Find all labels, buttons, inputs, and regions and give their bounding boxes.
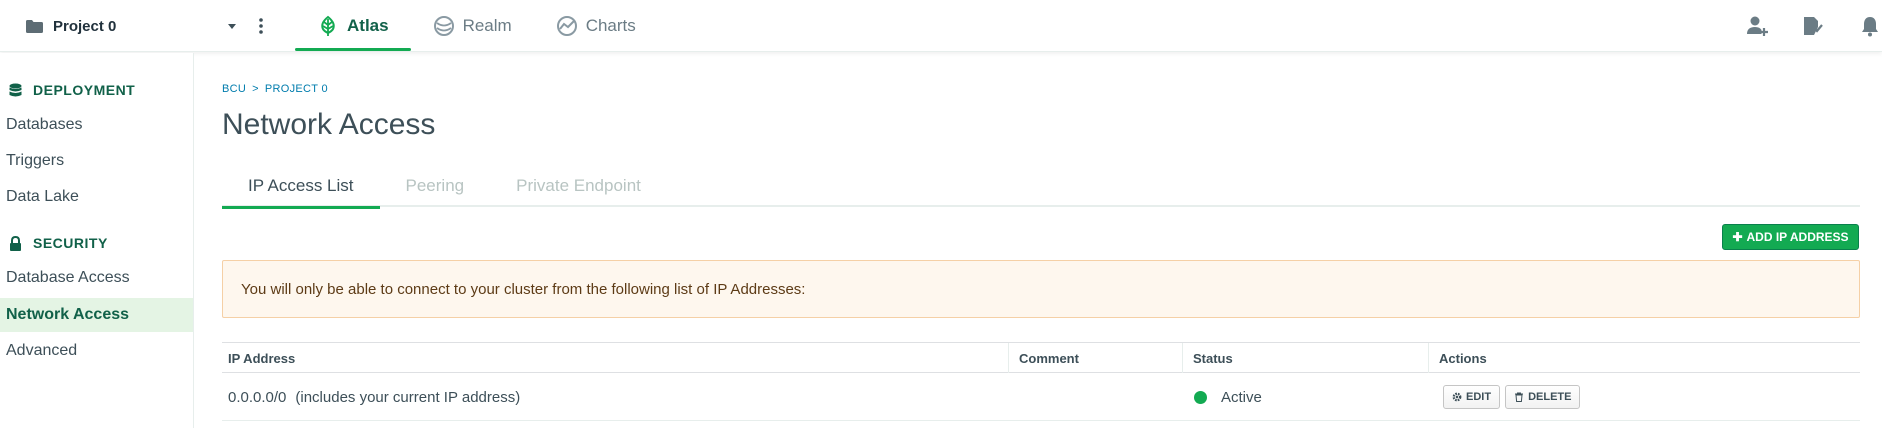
tab-bar: IP Access List Peering Private Endpoint (222, 168, 1860, 209)
project-name: Project 0 (53, 17, 117, 35)
sidebar-item-advanced[interactable]: Advanced (0, 334, 193, 368)
sidebar-section-security: SECURITY (8, 235, 108, 251)
product-tab-label: Realm (462, 16, 512, 35)
folder-icon (26, 19, 43, 33)
sidebar-section-deployment: DEPLOYMENT (8, 82, 135, 98)
notice-text: You will only be able to connect to your… (241, 280, 806, 298)
column-header-comment: Comment (1008, 343, 1182, 373)
breadcrumb: BCU > PROJECT 0 (222, 83, 328, 95)
breadcrumb-org[interactable]: BCU (222, 83, 246, 95)
tab-ip-access-list[interactable]: IP Access List (222, 168, 380, 209)
column-header-ip-address: IP Address (228, 350, 296, 366)
edit-button[interactable]: EDIT (1443, 385, 1501, 409)
sidebar-item-label: Database Access (6, 269, 130, 286)
ip-address-note: (includes your current IP address) (295, 388, 521, 406)
table-header: IP Address Comment Status Actions (222, 343, 1860, 373)
sidebar-item-label: Advanced (6, 342, 78, 359)
sidebar-item-network-access[interactable]: Network Access (0, 298, 193, 332)
product-tab-label: Atlas (347, 16, 389, 35)
product-tabs: Atlas Realm Charts (295, 0, 658, 52)
product-tab-atlas[interactable]: Atlas (295, 0, 411, 52)
actions-cell: EDIT DELETE (1443, 373, 1581, 421)
breadcrumb-separator: > (252, 83, 259, 95)
realm-icon (433, 16, 454, 36)
column-header-status: Status (1182, 343, 1428, 373)
gear-icon (1452, 392, 1462, 402)
sidebar-section-title: DEPLOYMENT (33, 82, 136, 98)
invite-user-icon[interactable] (1745, 14, 1769, 38)
sidebar-item-label: Data Lake (6, 188, 79, 205)
activity-icon[interactable] (1800, 14, 1824, 38)
sidebar-item-label: Network Access (6, 306, 130, 323)
sidebar-item-databases[interactable]: Databases (0, 108, 193, 142)
ip-address-cell: 0.0.0.0/0 (includes your current IP addr… (228, 373, 520, 421)
plus-icon: ✚ (1732, 230, 1743, 244)
charts-icon (556, 16, 577, 36)
status-active-indicator (1194, 390, 1207, 404)
status-text: Active (1221, 388, 1262, 406)
sidebar-section-title: SECURITY (33, 235, 108, 251)
top-navigation-bar: Project 0 Atlas Realm Charts (0, 0, 1882, 52)
sidebar-item-label: Triggers (6, 152, 65, 169)
sidebar: DEPLOYMENT Databases Triggers Data Lake … (0, 53, 194, 428)
status-cell: Active (1194, 373, 1262, 421)
delete-label: DELETE (1528, 391, 1572, 403)
sidebar-item-triggers[interactable]: Triggers (0, 144, 193, 178)
table-row: 0.0.0.0/0 (includes your current IP addr… (222, 373, 1860, 421)
bell-icon[interactable] (1858, 14, 1882, 38)
sidebar-item-data-lake[interactable]: Data Lake (0, 180, 193, 214)
leaf-icon (321, 15, 335, 36)
more-options-icon[interactable] (255, 16, 267, 36)
edit-label: EDIT (1466, 391, 1492, 403)
ip-access-table: IP Address Comment Status Actions 0.0.0.… (222, 342, 1860, 421)
product-tab-label: Charts (585, 16, 636, 35)
database-icon (9, 83, 22, 96)
page-title: Network Access (222, 108, 436, 141)
tab-peering[interactable]: Peering (380, 168, 491, 207)
trash-icon (1515, 392, 1524, 402)
lock-icon (10, 235, 21, 251)
column-header-actions: Actions (1428, 343, 1860, 373)
delete-button[interactable]: DELETE (1505, 385, 1581, 409)
ip-access-notice: You will only be able to connect to your… (222, 260, 1860, 318)
add-ip-address-button[interactable]: ✚ ADD IP ADDRESS (1722, 224, 1859, 250)
chevron-down-icon[interactable] (226, 18, 238, 34)
product-tab-charts[interactable]: Charts (534, 0, 658, 52)
ip-address-value: 0.0.0.0/0 (228, 388, 287, 406)
tab-private-endpoint[interactable]: Private Endpoint (490, 168, 667, 207)
sidebar-item-label: Databases (6, 116, 83, 133)
add-ip-address-label: ADD IP ADDRESS (1746, 230, 1849, 244)
sidebar-item-database-access[interactable]: Database Access (0, 261, 193, 295)
project-selector[interactable]: Project 0 (26, 14, 116, 38)
product-tab-realm[interactable]: Realm (411, 0, 534, 52)
breadcrumb-project[interactable]: PROJECT 0 (265, 83, 328, 95)
